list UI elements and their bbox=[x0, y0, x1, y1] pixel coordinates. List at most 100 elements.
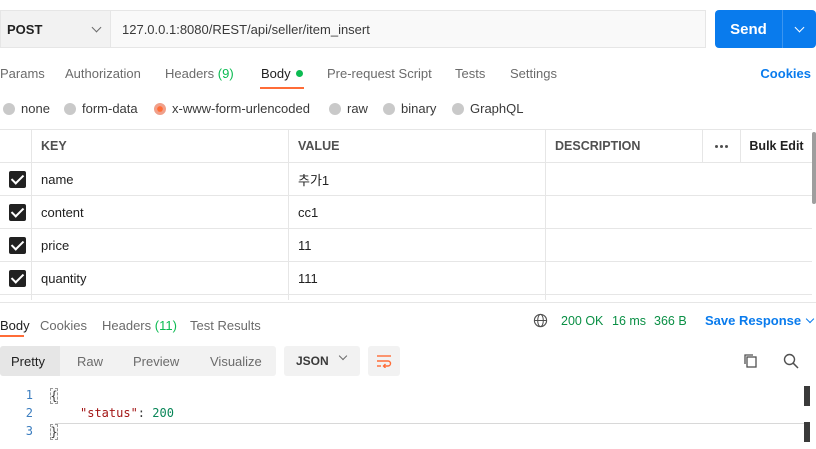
resp-headers-count: (11) bbox=[154, 318, 177, 333]
resp-tab-headers[interactable]: Headers (11) bbox=[102, 318, 177, 333]
checkbox-checked-icon[interactable] bbox=[9, 203, 26, 221]
response-tabs: Body Cookies Headers (11) Test Results bbox=[0, 312, 816, 338]
chevron-down-icon bbox=[794, 22, 805, 32]
resp-active-underline bbox=[0, 335, 24, 337]
code-scrollbar[interactable] bbox=[804, 386, 810, 406]
view-visualize[interactable]: Visualize bbox=[210, 346, 262, 376]
json-value: 200 bbox=[152, 406, 174, 420]
radio-circle-icon bbox=[64, 102, 76, 115]
row-check-cell bbox=[0, 163, 31, 195]
value-cell[interactable]: cc1 bbox=[288, 196, 545, 228]
description-cell[interactable] bbox=[545, 229, 702, 261]
format-label: JSON bbox=[296, 354, 329, 368]
tab-body-label: Body bbox=[261, 66, 291, 81]
json-key: "status" bbox=[80, 406, 138, 420]
radio-circle-icon bbox=[452, 102, 464, 115]
bulk-edit-button[interactable]: Bulk Edit bbox=[740, 130, 812, 162]
tab-body[interactable]: Body bbox=[261, 66, 303, 81]
checkbox-checked-icon[interactable] bbox=[9, 170, 26, 188]
radio-raw[interactable]: raw bbox=[329, 101, 368, 116]
key-cell[interactable] bbox=[31, 295, 288, 300]
radio-binary[interactable]: binary bbox=[383, 101, 436, 116]
send-options-button[interactable] bbox=[782, 10, 816, 48]
checkbox-checked-icon[interactable] bbox=[9, 236, 26, 254]
chevron-down-icon bbox=[338, 351, 348, 361]
resp-tab-headers-label: Headers bbox=[102, 318, 152, 333]
radio-urlencoded[interactable]: x-www-form-urlencoded bbox=[154, 101, 310, 116]
key-cell[interactable]: name bbox=[31, 163, 288, 195]
copy-icon[interactable] bbox=[742, 352, 760, 370]
view-preview[interactable]: Preview bbox=[133, 346, 179, 376]
tab-authorization[interactable]: Authorization bbox=[65, 66, 141, 81]
checkbox-checked-icon[interactable] bbox=[9, 269, 26, 287]
resp-tab-body[interactable]: Body bbox=[0, 318, 30, 333]
response-size[interactable]: 366 B bbox=[654, 314, 687, 328]
more-options-button[interactable] bbox=[702, 130, 740, 162]
value-cell[interactable] bbox=[288, 295, 545, 300]
response-code-editor[interactable]: 1 2 3 { "status": 200 } bbox=[0, 386, 816, 449]
row-check-cell bbox=[0, 196, 31, 228]
active-tab-underline bbox=[260, 87, 304, 89]
radio-circle-icon bbox=[3, 102, 15, 115]
close-brace: } bbox=[50, 424, 58, 440]
wrap-lines-button[interactable] bbox=[368, 346, 400, 376]
view-mode-group: Pretty Raw Preview Visualize bbox=[0, 346, 276, 376]
radio-form-data[interactable]: form-data bbox=[64, 101, 138, 116]
tab-headers-label: Headers bbox=[165, 66, 215, 81]
tab-params[interactable]: Params bbox=[0, 66, 45, 81]
description-cell[interactable] bbox=[545, 262, 702, 294]
table-row: name 추가1 bbox=[0, 163, 812, 196]
radio-label: none bbox=[21, 101, 50, 116]
view-raw[interactable]: Raw bbox=[77, 346, 103, 376]
key-cell[interactable]: price bbox=[31, 229, 288, 261]
cookies-link[interactable]: Cookies bbox=[760, 66, 811, 81]
tab-tests[interactable]: Tests bbox=[455, 66, 485, 81]
method-select[interactable]: POST bbox=[0, 10, 110, 48]
send-label: Send bbox=[730, 20, 767, 38]
radio-label: form-data bbox=[82, 101, 138, 116]
radio-graphql[interactable]: GraphQL bbox=[452, 101, 523, 116]
table-scrollbar[interactable] bbox=[812, 132, 816, 204]
request-bar: POST 127.0.0.1:8080/REST/api/seller/item… bbox=[0, 10, 706, 48]
description-cell[interactable] bbox=[545, 163, 702, 195]
radio-label: x-www-form-urlencoded bbox=[172, 101, 310, 116]
row-check-cell bbox=[0, 229, 31, 261]
status-code[interactable]: 200 OK bbox=[561, 314, 603, 328]
row-check-cell bbox=[0, 295, 31, 300]
table-row: content cc1 bbox=[0, 196, 812, 229]
tab-settings[interactable]: Settings bbox=[510, 66, 557, 81]
send-button[interactable]: Send bbox=[715, 10, 816, 48]
header-value: VALUE bbox=[288, 130, 545, 162]
line-number: 1 bbox=[25, 388, 33, 402]
header-description: DESCRIPTION bbox=[545, 130, 702, 162]
search-icon[interactable] bbox=[782, 352, 800, 370]
value-cell[interactable]: 11 bbox=[288, 229, 545, 261]
radio-none[interactable]: none bbox=[3, 101, 50, 116]
resp-tab-test-results[interactable]: Test Results bbox=[190, 318, 261, 333]
value-cell[interactable]: 111 bbox=[288, 262, 545, 294]
radio-selected-icon bbox=[154, 102, 166, 115]
format-select[interactable]: JSON bbox=[284, 346, 360, 376]
globe-icon[interactable] bbox=[533, 313, 548, 328]
key-cell[interactable]: content bbox=[31, 196, 288, 228]
body-indicator-dot bbox=[295, 70, 303, 77]
description-cell[interactable] bbox=[545, 295, 702, 300]
resp-tab-cookies[interactable]: Cookies bbox=[40, 318, 87, 333]
save-response-label: Save Response bbox=[705, 313, 802, 328]
radio-label: raw bbox=[347, 101, 368, 116]
json-line-status: "status": 200 bbox=[80, 406, 174, 420]
response-time[interactable]: 16 ms bbox=[612, 314, 646, 328]
request-tabs: Params Authorization Headers (9) Body Pr… bbox=[0, 60, 816, 89]
value-cell[interactable]: 추가1 bbox=[288, 163, 545, 195]
key-cell[interactable]: quantity bbox=[31, 262, 288, 294]
url-input[interactable]: 127.0.0.1:8080/REST/api/seller/item_inse… bbox=[110, 10, 706, 48]
tab-prerequest-script[interactable]: Pre-request Script bbox=[327, 66, 432, 81]
body-type-selector: none form-data x-www-form-urlencoded raw… bbox=[0, 98, 816, 120]
save-response-button[interactable]: Save Response bbox=[705, 313, 815, 328]
tab-headers[interactable]: Headers (9) bbox=[165, 66, 234, 81]
radio-label: binary bbox=[401, 101, 437, 116]
radio-circle-icon bbox=[329, 102, 341, 115]
view-pretty[interactable]: Pretty bbox=[0, 346, 60, 376]
description-cell[interactable] bbox=[545, 196, 702, 228]
code-scrollbar-lower[interactable] bbox=[804, 422, 810, 442]
